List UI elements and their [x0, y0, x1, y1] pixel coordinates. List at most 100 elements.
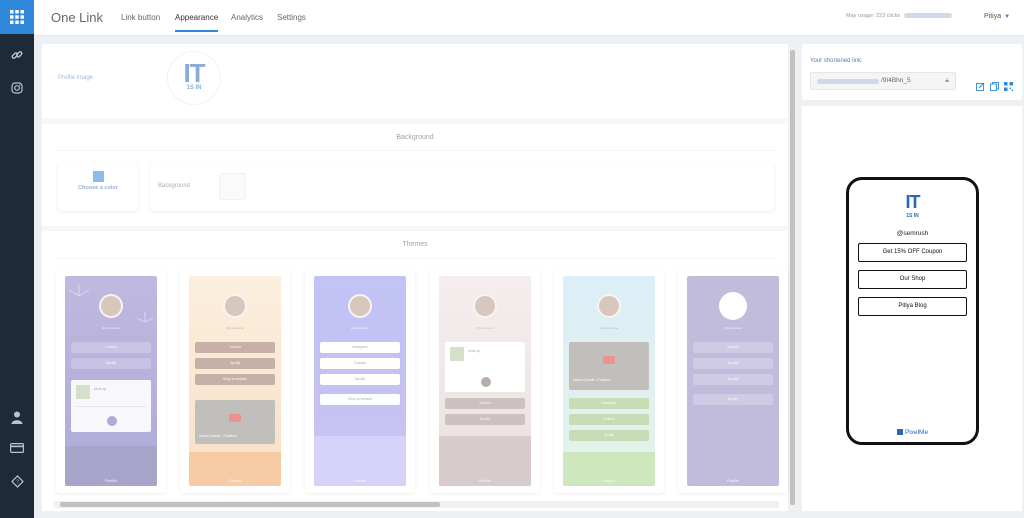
user-icon[interactable] — [0, 405, 34, 429]
theme-button: Spotify — [693, 374, 773, 385]
progress-track — [76, 406, 146, 407]
theme-card-6[interactable]: @brandname Youtube Spotify Spotify Spoti… — [678, 268, 788, 493]
theme-button: Spotify — [445, 414, 525, 425]
usage-counter: May usage: 223 clicks — [846, 13, 953, 19]
theme-button: Instagram — [320, 342, 400, 353]
video-embed: Ariana Grande - Positions — [195, 400, 275, 444]
preview-logo-subtext: 1S IN — [906, 213, 919, 219]
shortened-link-label: Your shortened link: — [810, 58, 863, 64]
play-icon — [107, 416, 117, 426]
choose-color-label: Choose a color — [78, 185, 118, 191]
album-art — [76, 385, 90, 399]
divider — [54, 258, 776, 259]
usage-blur — [904, 13, 953, 19]
preview-link-button[interactable]: Get 15% OFF Coupon — [858, 243, 967, 262]
scrollbar-thumb[interactable] — [60, 502, 440, 507]
theme-button: Shop at website — [195, 374, 275, 385]
track-title: what up — [468, 349, 481, 353]
background-field-label: Background — [158, 183, 191, 189]
scrollbar-thumb[interactable] — [790, 50, 795, 505]
link-blur — [817, 79, 879, 84]
user-menu[interactable]: Pitiya ▼ — [984, 13, 1010, 20]
theme-button: Instagram — [569, 398, 649, 409]
lock-icon: 🔒︎ — [945, 77, 949, 84]
video-play-icon — [229, 414, 241, 422]
profile-image[interactable]: IT 1S IN — [168, 52, 220, 104]
vertical-scrollbar[interactable] — [789, 44, 796, 511]
logo-subtext: 1S IN — [186, 85, 202, 91]
theme-preview: @brandname Youtube Spotify Shop at websi… — [189, 276, 281, 486]
top-bar: One Link Link button Appearance Analytic… — [34, 0, 1024, 36]
preview-logo-text: IT — [905, 192, 921, 212]
video-title: Ariana Grande - Positions — [573, 378, 611, 382]
theme-preview: @brandname Youtube Spotify Spotify Spoti… — [687, 276, 779, 486]
svg-text:?: ? — [16, 479, 19, 485]
card-icon[interactable] — [0, 436, 34, 460]
theme-handle: @brandname — [101, 326, 121, 330]
qr-code-icon[interactable] — [1004, 78, 1013, 96]
video-embed: Ariana Grande - Positions — [569, 342, 649, 390]
background-field: Background — [151, 161, 774, 211]
avatar — [348, 294, 372, 318]
theme-button: Youtube — [693, 342, 773, 353]
video-play-icon — [603, 356, 615, 364]
profile-image-label: Profile image — [58, 75, 94, 81]
track-title: what up — [94, 387, 107, 391]
theme-button: Youtube — [320, 358, 400, 369]
album-art — [450, 347, 464, 361]
theme-preview: @brandname Ariana Grande - Positions Ins… — [563, 276, 655, 486]
theme-button: Youtube — [569, 414, 649, 425]
theme-card-3[interactable]: @brandname Instagram Youtube Spotify Sho… — [305, 268, 415, 493]
theme-footer: PixelMe — [228, 479, 242, 483]
instagram-icon[interactable] — [0, 76, 34, 100]
help-icon[interactable]: ? — [0, 469, 34, 493]
tab-appearance[interactable]: Appearance — [175, 13, 219, 32]
link-icon[interactable] — [0, 43, 34, 67]
theme-handle: @brandname — [225, 326, 245, 330]
theme-button: Spotify — [569, 430, 649, 441]
theme-card-2[interactable]: @brandname Youtube Spotify Shop at websi… — [180, 268, 290, 493]
background-preview-swatch[interactable] — [219, 173, 246, 200]
themes-title: Themes — [402, 241, 428, 248]
theme-button: Spotify — [693, 394, 773, 405]
music-player: what up — [445, 342, 525, 392]
background-panel: Background Choose a color Background — [42, 124, 788, 226]
theme-card-5[interactable]: @brandname Ariana Grande - Positions Ins… — [554, 268, 664, 493]
theme-button: Shop at website — [320, 394, 400, 405]
theme-handle: @brandname — [350, 326, 370, 330]
shortened-link-field[interactable]: /9I4Bhn_5 🔒︎ — [810, 72, 956, 90]
theme-preview: @brandname Instagram Youtube Spotify Sho… — [314, 276, 406, 486]
preview-link-button[interactable]: Our Shop — [858, 270, 967, 289]
theme-button: Spotify — [320, 374, 400, 385]
preview-handle: @semrush — [896, 230, 929, 237]
copy-icon[interactable] — [990, 78, 999, 96]
theme-preview: @brandname what up Youtube Spotify Pixel… — [439, 276, 531, 486]
pixelme-logo-icon — [896, 429, 903, 435]
tab-settings[interactable]: Settings — [277, 13, 306, 22]
theme-card-1[interactable]: @brandname Youtube Spotify what up Pixel… — [56, 268, 166, 493]
theme-card-4[interactable]: @brandname what up Youtube Spotify Pixel… — [430, 268, 540, 493]
theme-button: Spotify — [693, 358, 773, 369]
avatar — [719, 292, 747, 320]
theme-footer: PixelMe — [726, 479, 740, 483]
theme-button: Spotify — [195, 358, 275, 369]
edit-icon[interactable] — [976, 78, 985, 96]
caret-down-icon: ▼ — [1004, 14, 1011, 20]
tab-link-button[interactable]: Link button — [121, 13, 160, 22]
theme-button: Youtube — [71, 342, 151, 353]
video-title: Ariana Grande - Positions — [199, 434, 237, 438]
tab-analytics[interactable]: Analytics — [231, 13, 263, 22]
theme-preview: @brandname Youtube Spotify what up Pixel… — [65, 276, 157, 486]
theme-handle: @brandname — [599, 326, 619, 330]
play-icon — [481, 377, 491, 387]
avatar — [597, 294, 621, 318]
theme-footer: PixelMe — [353, 479, 367, 483]
theme-button: Spotify — [71, 358, 151, 369]
theme-handle: @brandname — [723, 326, 743, 330]
apps-grid-icon[interactable] — [0, 0, 34, 34]
left-rail: ? — [0, 0, 34, 518]
horizontal-scrollbar[interactable] — [54, 501, 779, 508]
preview-link-button[interactable]: Pitiya Blog — [858, 297, 967, 316]
choose-color-button[interactable]: Choose a color — [58, 161, 138, 211]
avatar — [473, 294, 497, 318]
